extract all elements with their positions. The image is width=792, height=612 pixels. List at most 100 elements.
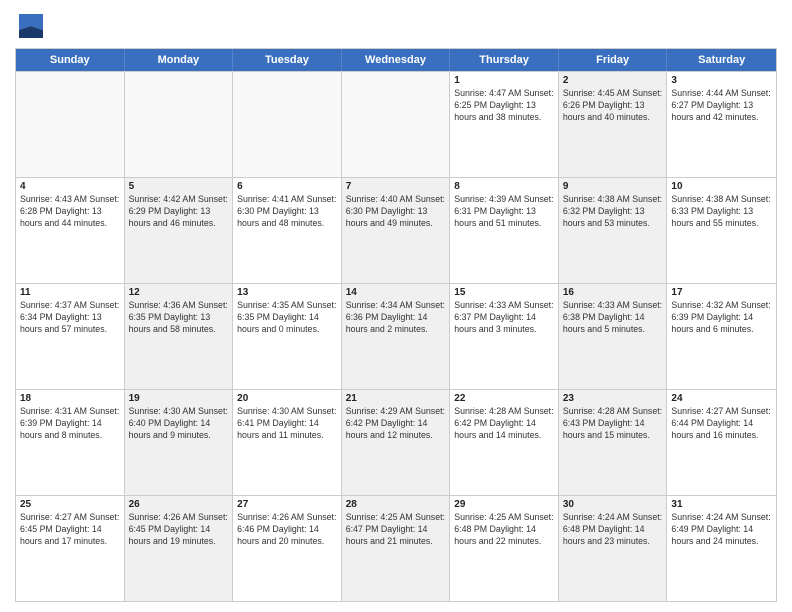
cal-cell-5: 5 Sunrise: 4:42 AM Sunset: 6:29 PM Daylig… (125, 178, 234, 283)
day-info: Sunrise: 4:44 AM Sunset: 6:27 PM Dayligh… (671, 88, 772, 124)
weekday-header-tuesday: Tuesday (233, 49, 342, 71)
day-info: Sunrise: 4:30 AM Sunset: 6:41 PM Dayligh… (237, 406, 337, 442)
cal-cell-10: 10 Sunrise: 4:38 AM Sunset: 6:33 PM Dayli… (667, 178, 776, 283)
cal-cell-13: 13Sunrise: 4:35 AM Sunset: 6:35 PM Dayli… (233, 284, 342, 389)
cal-cell-8: 8Sunrise: 4:39 AM Sunset: 6:31 PM Daylig… (450, 178, 559, 283)
day-info: Sunrise: 4:33 AM Sunset: 6:37 PM Dayligh… (454, 300, 554, 336)
cal-cell-empty-0 (16, 72, 125, 177)
day-info: Sunrise: 4:32 AM Sunset: 6:39 PM Dayligh… (671, 300, 772, 336)
day-number: 25 (20, 499, 120, 510)
day-info: Sunrise: 4:42 AM Sunset: 6:29 PM Dayligh… (129, 194, 229, 230)
day-number: 16 (563, 287, 663, 298)
day-number: 27 (237, 499, 337, 510)
day-number: 23 (563, 393, 663, 404)
cal-cell-21: 21 Sunrise: 4:29 AM Sunset: 6:42 PM Dayli… (342, 390, 451, 495)
cal-cell-4: 4 Sunrise: 4:43 AM Sunset: 6:28 PM Daylig… (16, 178, 125, 283)
day-info: Sunrise: 4:39 AM Sunset: 6:31 PM Dayligh… (454, 194, 554, 230)
cal-cell-9: 9 Sunrise: 4:38 AM Sunset: 6:32 PM Daylig… (559, 178, 668, 283)
day-info: Sunrise: 4:33 AM Sunset: 6:38 PM Dayligh… (563, 300, 663, 336)
weekday-header-thursday: Thursday (450, 49, 559, 71)
cal-cell-empty-3 (342, 72, 451, 177)
day-info: Sunrise: 4:30 AM Sunset: 6:40 PM Dayligh… (129, 406, 229, 442)
day-number: 31 (671, 499, 772, 510)
week-row-1: 1 Sunrise: 4:47 AM Sunset: 6:25 PM Daylig… (16, 71, 776, 177)
day-info: Sunrise: 4:36 AM Sunset: 6:35 PM Dayligh… (129, 300, 229, 336)
day-number: 10 (671, 181, 772, 192)
weekday-header-monday: Monday (125, 49, 234, 71)
cal-cell-25: 25 Sunrise: 4:27 AM Sunset: 6:45 PM Dayli… (16, 496, 125, 601)
cal-cell-15: 15 Sunrise: 4:33 AM Sunset: 6:37 PM Dayli… (450, 284, 559, 389)
cal-cell-11: 11 Sunrise: 4:37 AM Sunset: 6:34 PM Dayli… (16, 284, 125, 389)
day-info: Sunrise: 4:43 AM Sunset: 6:28 PM Dayligh… (20, 194, 120, 230)
day-info: Sunrise: 4:31 AM Sunset: 6:39 PM Dayligh… (20, 406, 120, 442)
day-info: Sunrise: 4:38 AM Sunset: 6:32 PM Dayligh… (563, 194, 663, 230)
cal-cell-14: 14Sunrise: 4:34 AM Sunset: 6:36 PM Dayli… (342, 284, 451, 389)
day-info: Sunrise: 4:25 AM Sunset: 6:47 PM Dayligh… (346, 512, 446, 548)
page: SundayMondayTuesdayWednesdayThursdayFrid… (0, 0, 792, 612)
day-number: 29 (454, 499, 554, 510)
cal-cell-1: 1 Sunrise: 4:47 AM Sunset: 6:25 PM Daylig… (450, 72, 559, 177)
day-number: 21 (346, 393, 446, 404)
day-number: 17 (671, 287, 772, 298)
calendar-body: 1 Sunrise: 4:47 AM Sunset: 6:25 PM Daylig… (16, 71, 776, 601)
day-info: Sunrise: 4:40 AM Sunset: 6:30 PM Dayligh… (346, 194, 446, 230)
cal-cell-18: 18 Sunrise: 4:31 AM Sunset: 6:39 PM Dayli… (16, 390, 125, 495)
day-info: Sunrise: 4:47 AM Sunset: 6:25 PM Dayligh… (454, 88, 554, 124)
cal-cell-6: 6 Sunrise: 4:41 AM Sunset: 6:30 PM Daylig… (233, 178, 342, 283)
day-number: 18 (20, 393, 120, 404)
day-info: Sunrise: 4:27 AM Sunset: 6:45 PM Dayligh… (20, 512, 120, 548)
day-info: Sunrise: 4:26 AM Sunset: 6:46 PM Dayligh… (237, 512, 337, 548)
cal-cell-20: 20 Sunrise: 4:30 AM Sunset: 6:41 PM Dayli… (233, 390, 342, 495)
day-number: 28 (346, 499, 446, 510)
day-number: 12 (129, 287, 229, 298)
cal-cell-empty-1 (125, 72, 234, 177)
weekday-header-sunday: Sunday (16, 49, 125, 71)
day-info: Sunrise: 4:35 AM Sunset: 6:35 PM Dayligh… (237, 300, 337, 336)
cal-cell-31: 31 Sunrise: 4:24 AM Sunset: 6:49 PM Dayli… (667, 496, 776, 601)
day-number: 3 (671, 75, 772, 86)
week-row-2: 4 Sunrise: 4:43 AM Sunset: 6:28 PM Daylig… (16, 177, 776, 283)
cal-cell-24: 24Sunrise: 4:27 AM Sunset: 6:44 PM Dayli… (667, 390, 776, 495)
cal-cell-7: 7Sunrise: 4:40 AM Sunset: 6:30 PM Daylig… (342, 178, 451, 283)
day-info: Sunrise: 4:29 AM Sunset: 6:42 PM Dayligh… (346, 406, 446, 442)
calendar-header: SundayMondayTuesdayWednesdayThursdayFrid… (16, 49, 776, 71)
day-number: 11 (20, 287, 120, 298)
day-number: 9 (563, 181, 663, 192)
day-number: 1 (454, 75, 554, 86)
day-info: Sunrise: 4:24 AM Sunset: 6:49 PM Dayligh… (671, 512, 772, 548)
day-number: 26 (129, 499, 229, 510)
logo (15, 10, 47, 42)
cal-cell-30: 30Sunrise: 4:24 AM Sunset: 6:48 PM Dayli… (559, 496, 668, 601)
day-number: 4 (20, 181, 120, 192)
day-info: Sunrise: 4:41 AM Sunset: 6:30 PM Dayligh… (237, 194, 337, 230)
weekday-header-saturday: Saturday (667, 49, 776, 71)
cal-cell-empty-2 (233, 72, 342, 177)
cal-cell-27: 27 Sunrise: 4:26 AM Sunset: 6:46 PM Dayli… (233, 496, 342, 601)
cal-cell-2: 2 Sunrise: 4:45 AM Sunset: 6:26 PM Daylig… (559, 72, 668, 177)
weekday-header-friday: Friday (559, 49, 668, 71)
header (15, 10, 777, 42)
day-info: Sunrise: 4:28 AM Sunset: 6:43 PM Dayligh… (563, 406, 663, 442)
day-info: Sunrise: 4:28 AM Sunset: 6:42 PM Dayligh… (454, 406, 554, 442)
day-number: 15 (454, 287, 554, 298)
cal-cell-23: 23 Sunrise: 4:28 AM Sunset: 6:43 PM Dayli… (559, 390, 668, 495)
day-info: Sunrise: 4:37 AM Sunset: 6:34 PM Dayligh… (20, 300, 120, 336)
day-info: Sunrise: 4:45 AM Sunset: 6:26 PM Dayligh… (563, 88, 663, 124)
cal-cell-22: 22Sunrise: 4:28 AM Sunset: 6:42 PM Dayli… (450, 390, 559, 495)
day-number: 5 (129, 181, 229, 192)
day-info: Sunrise: 4:38 AM Sunset: 6:33 PM Dayligh… (671, 194, 772, 230)
cal-cell-3: 3 Sunrise: 4:44 AM Sunset: 6:27 PM Daylig… (667, 72, 776, 177)
day-number: 20 (237, 393, 337, 404)
day-info: Sunrise: 4:24 AM Sunset: 6:48 PM Dayligh… (563, 512, 663, 548)
cal-cell-12: 12 Sunrise: 4:36 AM Sunset: 6:35 PM Dayli… (125, 284, 234, 389)
cal-cell-29: 29Sunrise: 4:25 AM Sunset: 6:48 PM Dayli… (450, 496, 559, 601)
week-row-3: 11 Sunrise: 4:37 AM Sunset: 6:34 PM Dayli… (16, 283, 776, 389)
cal-cell-17: 17 Sunrise: 4:32 AM Sunset: 6:39 PM Dayli… (667, 284, 776, 389)
logo-icon (15, 10, 47, 42)
day-info: Sunrise: 4:26 AM Sunset: 6:45 PM Dayligh… (129, 512, 229, 548)
day-number: 6 (237, 181, 337, 192)
week-row-5: 25 Sunrise: 4:27 AM Sunset: 6:45 PM Dayli… (16, 495, 776, 601)
day-number: 2 (563, 75, 663, 86)
weekday-header-wednesday: Wednesday (342, 49, 451, 71)
cal-cell-26: 26 Sunrise: 4:26 AM Sunset: 6:45 PM Dayli… (125, 496, 234, 601)
